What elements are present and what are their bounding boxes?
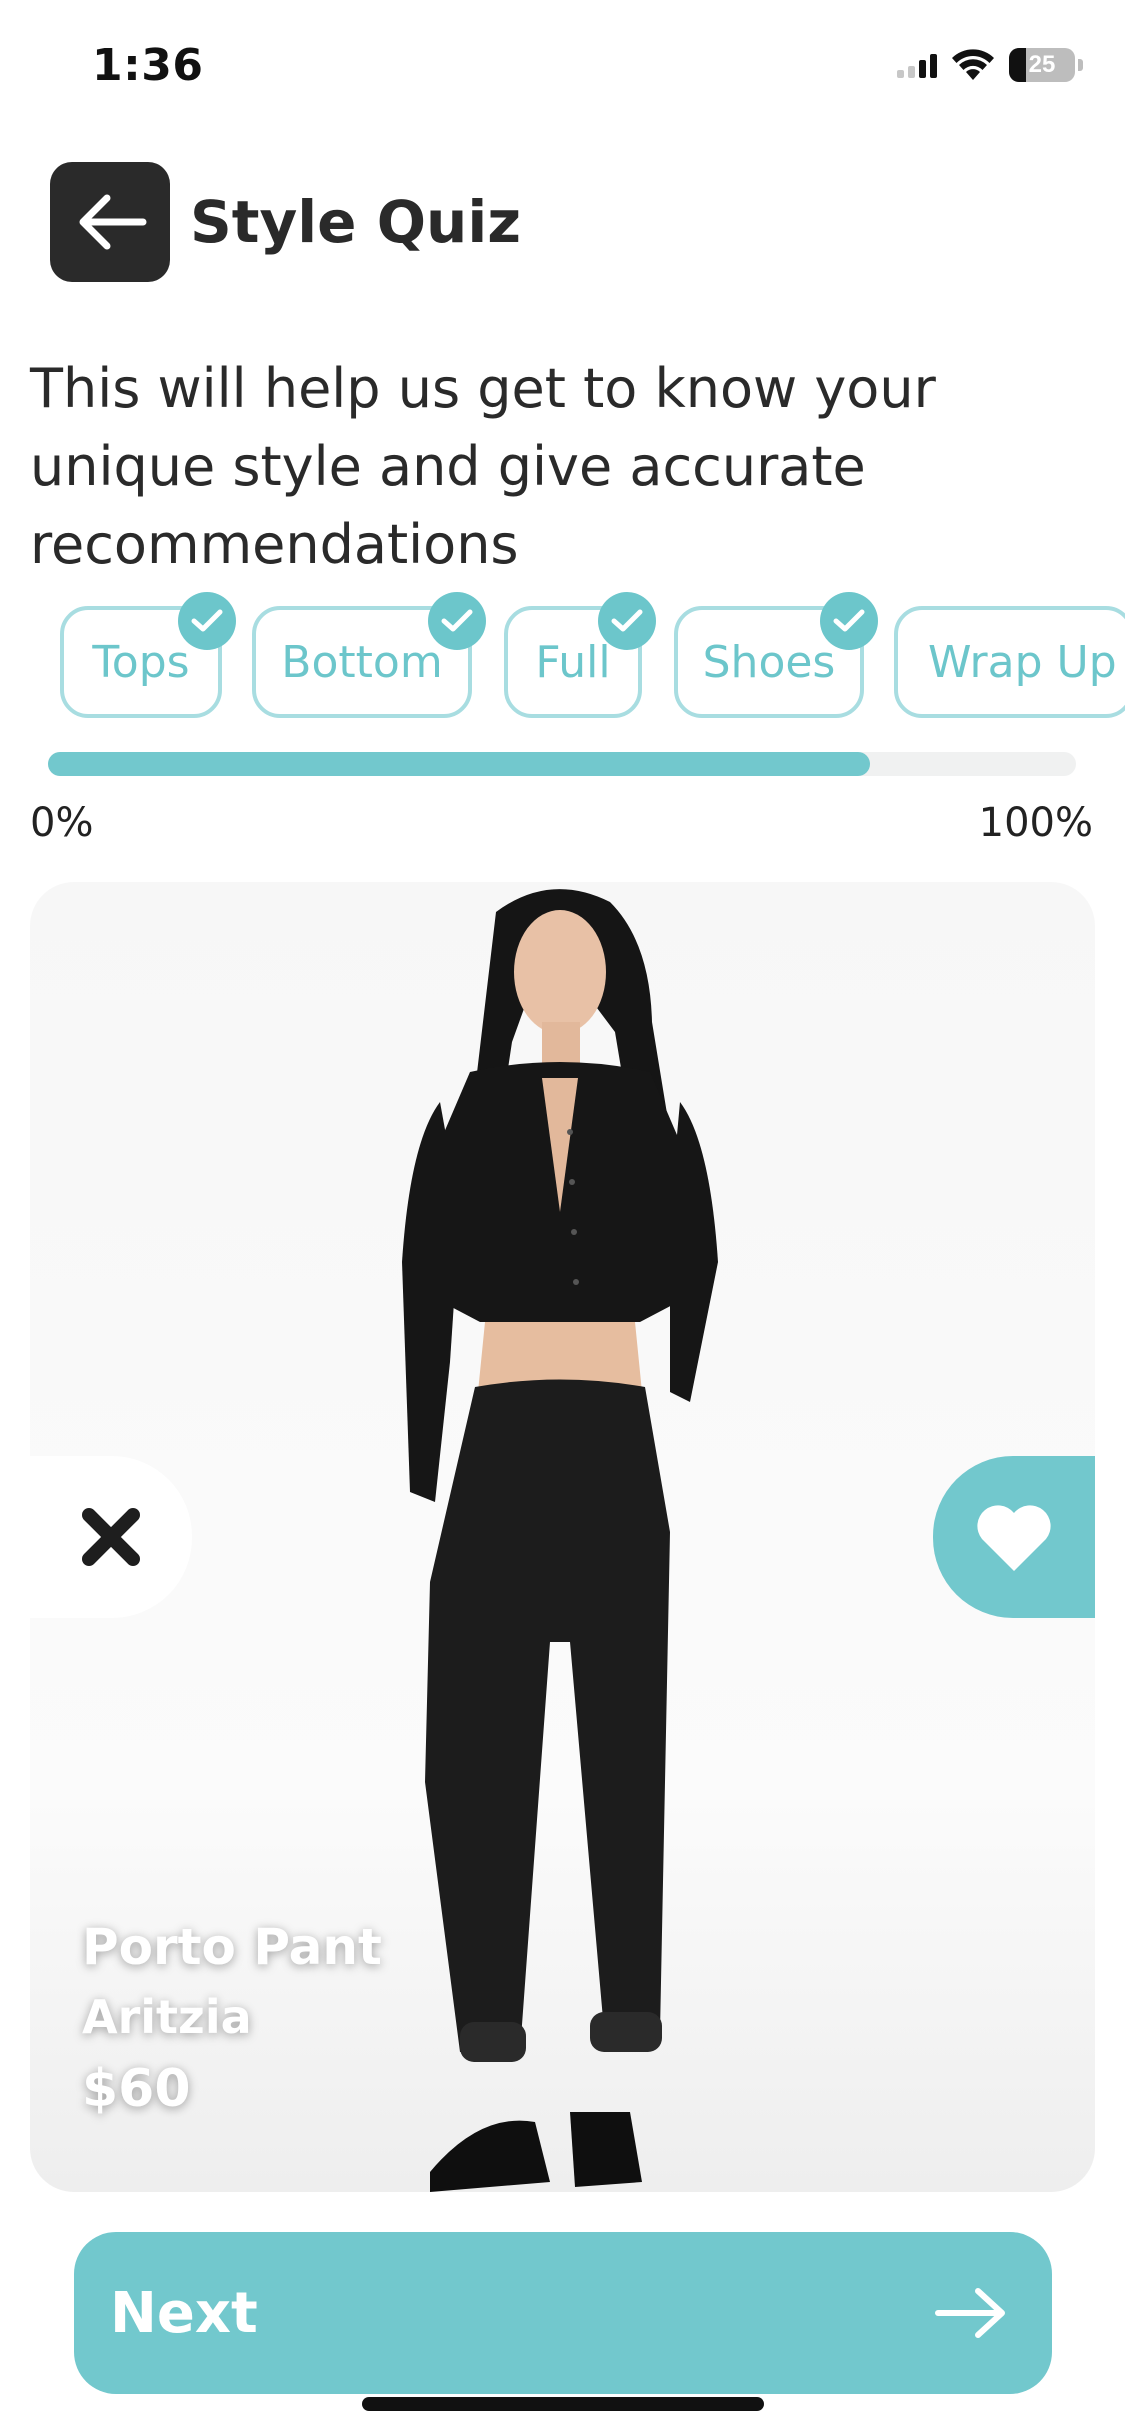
battery-percent: 25: [1028, 51, 1056, 78]
page-title: Style Quiz: [190, 188, 521, 256]
home-indicator[interactable]: [362, 2397, 764, 2411]
progress-fill: [48, 752, 871, 776]
battery-icon: 25: [1009, 48, 1083, 82]
arrow-left-icon: [79, 194, 147, 250]
product-info: Porto Pant Aritzia $60: [82, 1912, 382, 2126]
chip-tops[interactable]: Tops: [60, 592, 236, 718]
chip-label: Full: [535, 636, 611, 688]
chip-label: Tops: [92, 636, 190, 688]
chip-label: Wrap Up: [928, 636, 1117, 688]
check-icon: [178, 592, 236, 650]
chip-wrap-up[interactable]: Wrap Up: [894, 606, 1125, 718]
close-icon: [82, 1508, 140, 1566]
chip-shoes[interactable]: Shoes: [674, 592, 878, 718]
status-time: 1:36: [92, 40, 204, 91]
product-card[interactable]: Porto Pant Aritzia $60: [30, 882, 1095, 2192]
chip-label: Shoes: [702, 636, 836, 688]
wifi-icon: [952, 49, 994, 80]
back-button[interactable]: [50, 162, 170, 282]
product-price: $60: [82, 2059, 191, 2119]
progress-max-label: 100%: [978, 800, 1093, 846]
check-icon: [820, 592, 878, 650]
next-label: Next: [110, 2280, 258, 2346]
intro-text: This will help us get to know your uniqu…: [30, 357, 936, 576]
status-icons: 25: [897, 48, 1083, 82]
chip-label: Bottom: [281, 636, 443, 688]
check-icon: [598, 592, 656, 650]
product-brand: Aritzia: [82, 1990, 252, 2044]
category-chips: Tops Bottom Full Shoes Wrap Up: [60, 592, 1125, 722]
cellular-signal-icon: [897, 52, 937, 78]
product-name: Porto Pant: [82, 1918, 382, 1976]
progress-min-label: 0%: [30, 800, 94, 846]
progress-bar: [48, 752, 1076, 776]
check-icon: [428, 592, 486, 650]
next-button[interactable]: Next: [74, 2232, 1052, 2394]
chip-full[interactable]: Full: [504, 592, 656, 718]
like-button[interactable]: [933, 1456, 1095, 1618]
chip-bottom[interactable]: Bottom: [252, 592, 486, 718]
arrow-right-icon: [935, 2288, 1005, 2338]
dislike-button[interactable]: [30, 1456, 192, 1618]
heart-icon: [977, 1505, 1051, 1571]
